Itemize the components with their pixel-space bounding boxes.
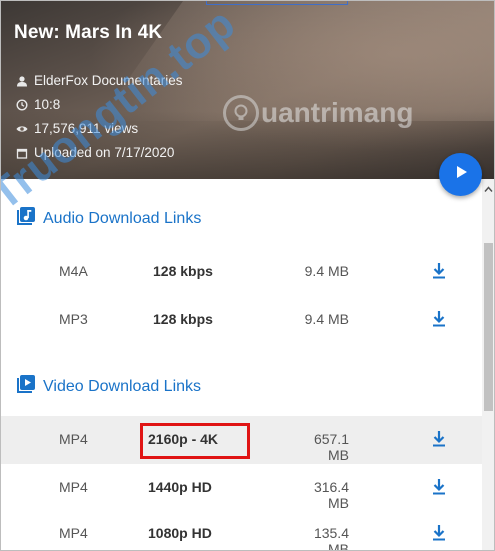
size-cell: 9.4 MB [304, 311, 349, 327]
video-section-title: Video Download Links [43, 377, 202, 395]
quantrimang-watermark: uantrimang [223, 95, 413, 131]
scrollbar-thumb[interactable] [484, 243, 493, 411]
video-row: MP4 1440p HD 316.4 MB [1, 464, 482, 512]
play-icon [453, 164, 469, 185]
duration-text: 10:8 [34, 97, 61, 112]
format-cell: MP4 [59, 479, 88, 495]
size-cell: 135.4 MB [313, 525, 349, 551]
selection-edge [206, 1, 348, 5]
format-cell: MP4 [59, 525, 88, 541]
lightbulb-icon [223, 95, 259, 131]
video-title: New: Mars In 4K [14, 22, 163, 43]
size-cell: 657.1 MB [313, 431, 349, 463]
quality-cell: 1440p HD [148, 479, 212, 495]
audio-row: M4A 128 kbps 9.4 MB [1, 248, 482, 296]
size-cell: 316.4 MB [313, 479, 349, 511]
audio-section-header: Audio Download Links [16, 206, 201, 231]
download-icon[interactable] [431, 310, 447, 328]
size-cell: 9.4 MB [304, 263, 349, 279]
video-play-icon [16, 374, 36, 399]
popup-window: New: Mars In 4K ElderFox Documentaries 1… [0, 0, 495, 551]
video-section-header: Video Download Links [16, 374, 201, 399]
eye-icon [16, 123, 28, 135]
audio-row: MP3 128 kbps 9.4 MB [1, 296, 482, 344]
download-icon[interactable] [431, 262, 447, 280]
quality-cell: 128 kbps [153, 311, 213, 327]
clock-icon [16, 98, 28, 111]
download-icon[interactable] [431, 524, 447, 542]
watermark-text: uantrimang [261, 97, 414, 128]
audio-section-title: Audio Download Links [43, 209, 202, 227]
scrollbar[interactable] [482, 179, 494, 550]
format-cell: MP4 [59, 431, 88, 447]
play-button[interactable] [439, 153, 482, 196]
scroll-up-arrow-icon[interactable] [484, 181, 493, 192]
video-row: MP4 1080p HD 135.4 MB [1, 510, 482, 551]
quality-cell: 128 kbps [153, 263, 213, 279]
format-cell: MP3 [59, 311, 88, 327]
download-icon[interactable] [431, 430, 447, 448]
duration-row: 10:8 [16, 97, 60, 112]
highlight-annotation-box [140, 423, 250, 459]
download-icon[interactable] [431, 478, 447, 496]
format-cell: M4A [59, 263, 88, 279]
user-icon [16, 75, 28, 87]
quality-cell: 1080p HD [148, 525, 212, 541]
